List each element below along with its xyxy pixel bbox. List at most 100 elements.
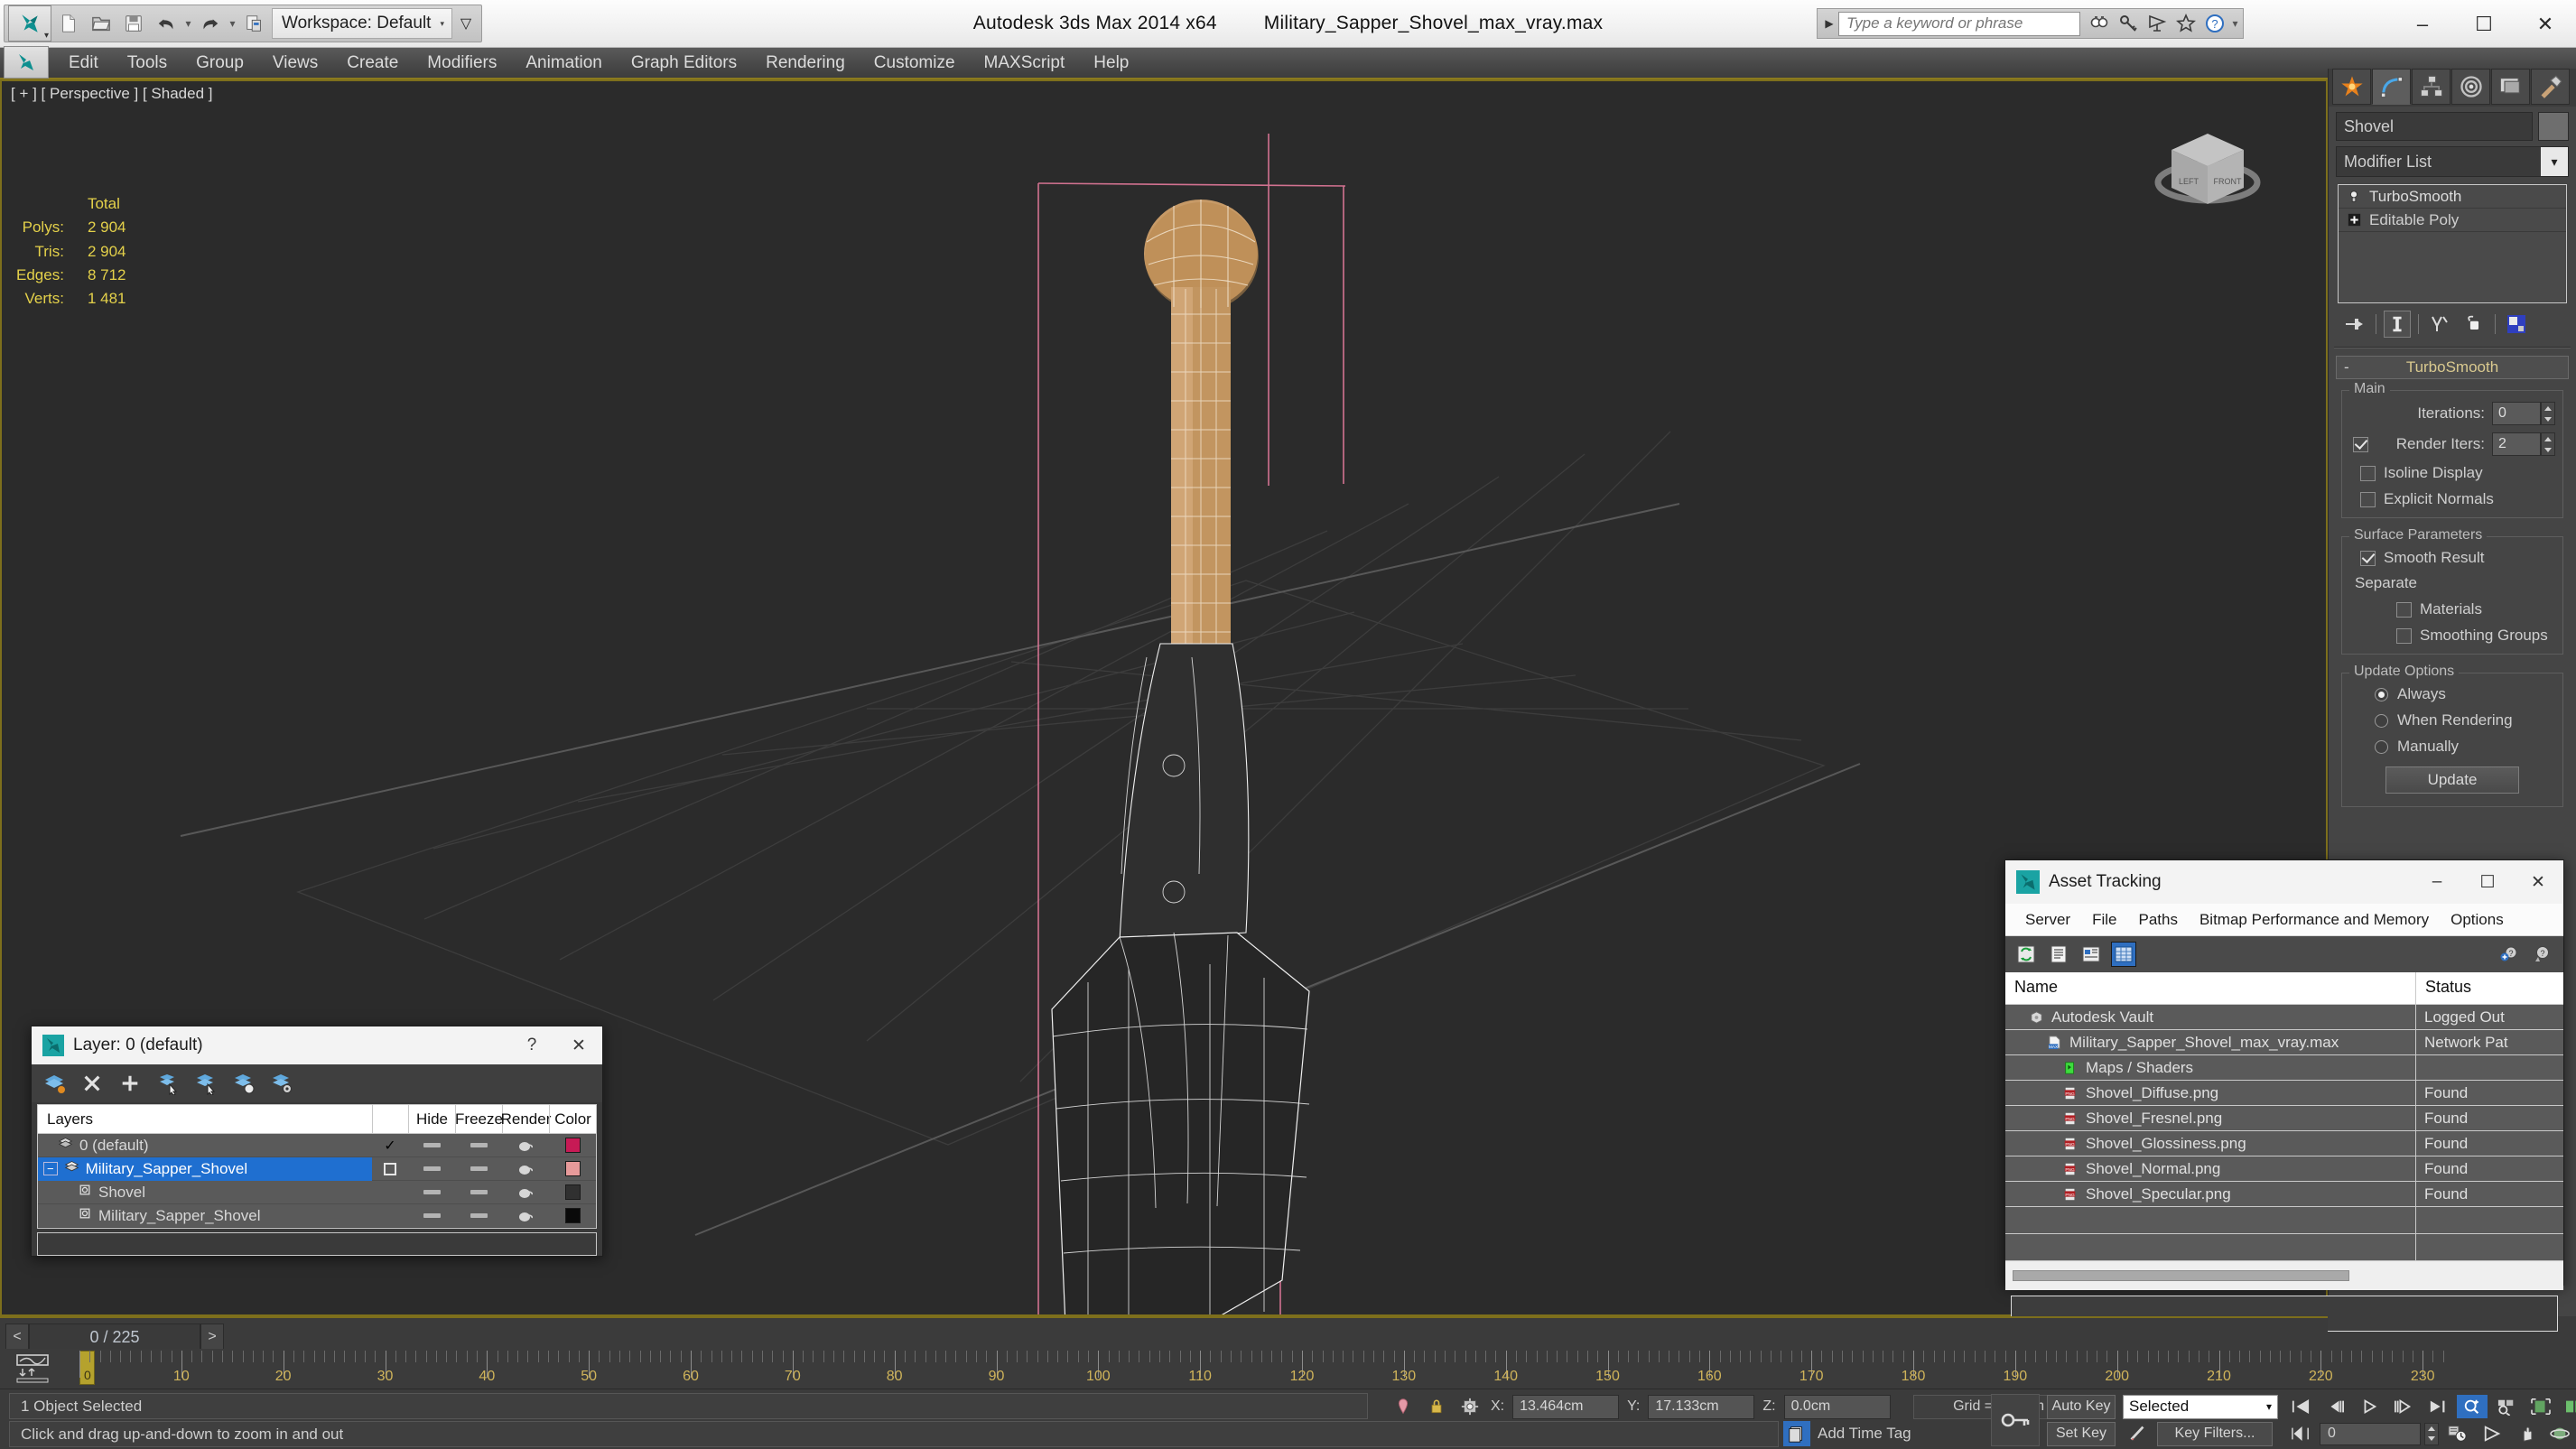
- layer-color-swatch[interactable]: [549, 1161, 596, 1176]
- render-toggle[interactable]: [502, 1186, 549, 1199]
- hierarchy-tab[interactable]: [2412, 69, 2450, 105]
- current-frame-field[interactable]: 0: [2320, 1422, 2421, 1445]
- time-slider-ruler[interactable]: 0 10 20 30 40 50 60 70 80 90 100 110 120 130 140 150 16…: [0, 1349, 2576, 1389]
- ruler-track[interactable]: 0 10 20 30 40 50 60 70 80 90 100 110 120 130 140 150 16…: [60, 1349, 2576, 1389]
- infocenter-expand-icon[interactable]: ▶: [1820, 17, 1838, 30]
- zoom-all-icon[interactable]: [2491, 1395, 2522, 1418]
- make-unique-icon[interactable]: [2426, 311, 2453, 338]
- asset-menu-server[interactable]: Server: [2014, 908, 2081, 932]
- expand-plus-icon[interactable]: [2346, 212, 2362, 228]
- chevron-down-icon[interactable]: ▾: [2541, 147, 2568, 176]
- asset-menu-file[interactable]: File: [2081, 908, 2127, 932]
- delete-layer-icon[interactable]: [80, 1072, 104, 1095]
- time-slider-handle[interactable]: 0: [79, 1351, 95, 1385]
- object-name-field[interactable]: Shovel: [2336, 112, 2533, 141]
- table-row[interactable]: PNG Shovel_Normal.png Found: [2005, 1156, 2563, 1182]
- layer-close-button[interactable]: ✕: [555, 1026, 602, 1064]
- asset-menu-options[interactable]: Options: [2440, 908, 2515, 932]
- explicit-normals-row[interactable]: Explicit Normals: [2349, 490, 2555, 508]
- menu-item-tools[interactable]: Tools: [113, 50, 181, 77]
- utilities-tab[interactable]: [2531, 69, 2570, 105]
- z-coordinate-field[interactable]: 0.0cm: [1783, 1394, 1891, 1419]
- play-icon[interactable]: [2354, 1395, 2385, 1418]
- layer-color-swatch[interactable]: [549, 1208, 596, 1223]
- update-when-rendering-row[interactable]: When Rendering: [2349, 711, 2555, 729]
- key-filters-button[interactable]: Key Filters...: [2157, 1421, 2273, 1446]
- freeze-toggle[interactable]: [455, 1190, 502, 1194]
- list-view-icon[interactable]: [2047, 943, 2070, 966]
- set-project-folder-icon[interactable]: [239, 7, 270, 40]
- subscription-key-icon[interactable]: [2115, 11, 2142, 36]
- column-name[interactable]: Name: [2005, 972, 2416, 1004]
- display-tab[interactable]: [2491, 69, 2530, 105]
- workspace-selector[interactable]: Workspace: Default ▾: [272, 8, 452, 39]
- view-cube[interactable]: LEFT FRONT: [2140, 117, 2275, 235]
- previous-frame-icon[interactable]: [2320, 1395, 2350, 1418]
- menu-item-customize[interactable]: Customize: [860, 50, 970, 77]
- modifier-stack[interactable]: TurboSmooth Editable Poly: [2338, 184, 2567, 303]
- separate-smoothing-groups-row[interactable]: Smoothing Groups: [2349, 627, 2555, 645]
- minimize-button[interactable]: –: [2392, 0, 2453, 48]
- go-to-start-icon[interactable]: [2285, 1395, 2316, 1418]
- pin-stack-icon[interactable]: [2341, 311, 2368, 338]
- maximize-button[interactable]: ☐: [2453, 0, 2515, 48]
- close-button[interactable]: ✕: [2515, 0, 2576, 48]
- undo-icon[interactable]: [151, 7, 181, 40]
- help-dropdown-icon[interactable]: ▾: [2230, 17, 2240, 30]
- lightbulb-icon[interactable]: [2346, 189, 2362, 205]
- update-manually-row[interactable]: Manually: [2349, 738, 2555, 756]
- menu-item-modifiers[interactable]: Modifiers: [413, 50, 511, 77]
- new-layer-icon[interactable]: [42, 1072, 66, 1095]
- asset-menu-paths[interactable]: Paths: [2127, 908, 2188, 932]
- freeze-toggle[interactable]: [455, 1143, 502, 1147]
- frame-spinner[interactable]: [2424, 1422, 2439, 1445]
- menu-item-help[interactable]: Help: [1079, 50, 1143, 77]
- freeze-toggle[interactable]: [455, 1213, 502, 1218]
- lock-selection-icon[interactable]: [1424, 1395, 1449, 1418]
- motion-tab[interactable]: [2451, 69, 2490, 105]
- menu-item-edit[interactable]: Edit: [54, 50, 113, 77]
- zoom-extents-all-icon[interactable]: [2560, 1395, 2576, 1418]
- hide-toggle[interactable]: [408, 1166, 455, 1171]
- render-iters-value[interactable]: 2: [2492, 432, 2541, 456]
- app-menu-button[interactable]: ▾: [8, 5, 51, 42]
- configure-sets-icon[interactable]: [2503, 311, 2530, 338]
- layer-dialog[interactable]: Layer: 0 (default) ? ✕ Layers Hide Freez…: [31, 1026, 603, 1257]
- freeze-toggle[interactable]: [455, 1166, 502, 1171]
- table-row[interactable]: PNG Shovel_Specular.png Found: [2005, 1182, 2563, 1207]
- pin-icon[interactable]: [1390, 1395, 1416, 1418]
- set-key-toggle-icon[interactable]: [2123, 1422, 2152, 1446]
- show-end-result-icon[interactable]: [2384, 311, 2411, 338]
- asset-tracking-titlebar[interactable]: Asset Tracking – ☐ ✕: [2005, 860, 2563, 904]
- layer-row[interactable]: Shovel: [38, 1181, 596, 1204]
- explicit-normals-checkbox[interactable]: [2360, 491, 2376, 507]
- rollout-header[interactable]: - TurboSmooth: [2336, 356, 2569, 379]
- layer-row[interactable]: − Military_Sapper_Shovel: [38, 1156, 596, 1181]
- table-row[interactable]: [2005, 1234, 2563, 1261]
- modifier-list-dropdown[interactable]: Modifier List ▾: [2336, 146, 2569, 177]
- time-tag-icon[interactable]: [1783, 1421, 1810, 1446]
- modifier-stack-item-editable-poly[interactable]: Editable Poly: [2339, 209, 2566, 232]
- refresh-icon[interactable]: [2014, 943, 2038, 966]
- always-radio[interactable]: [2375, 687, 2388, 701]
- isoline-display-row[interactable]: Isoline Display: [2349, 464, 2555, 482]
- next-frame-icon[interactable]: [2388, 1395, 2419, 1418]
- layer-color-swatch[interactable]: [549, 1138, 596, 1153]
- redo-icon[interactable]: [195, 7, 226, 40]
- current-layer-check[interactable]: ✓: [372, 1137, 408, 1155]
- update-always-row[interactable]: Always: [2349, 685, 2555, 703]
- current-layer-check[interactable]: [372, 1162, 408, 1175]
- column-status[interactable]: Status: [2416, 972, 2563, 1004]
- add-layer-icon[interactable]: [118, 1072, 142, 1095]
- add-help-icon[interactable]: ?: [2498, 943, 2522, 966]
- menu-item-rendering[interactable]: Rendering: [751, 50, 860, 77]
- menu-item-group[interactable]: Group: [181, 50, 258, 77]
- manually-radio[interactable]: [2375, 739, 2388, 754]
- hide-toggle[interactable]: [408, 1143, 455, 1147]
- search-input[interactable]: [1838, 11, 2080, 36]
- key-mode-toggle-icon[interactable]: [1991, 1394, 2040, 1446]
- go-to-end-icon[interactable]: [2423, 1395, 2453, 1418]
- key-mode-dropdown[interactable]: Selected ▾: [2123, 1394, 2278, 1419]
- auto-key-button[interactable]: Auto Key: [2047, 1394, 2116, 1419]
- asset-tracking-dialog[interactable]: Asset Tracking – ☐ ✕ Server File Paths B…: [2004, 859, 2564, 1332]
